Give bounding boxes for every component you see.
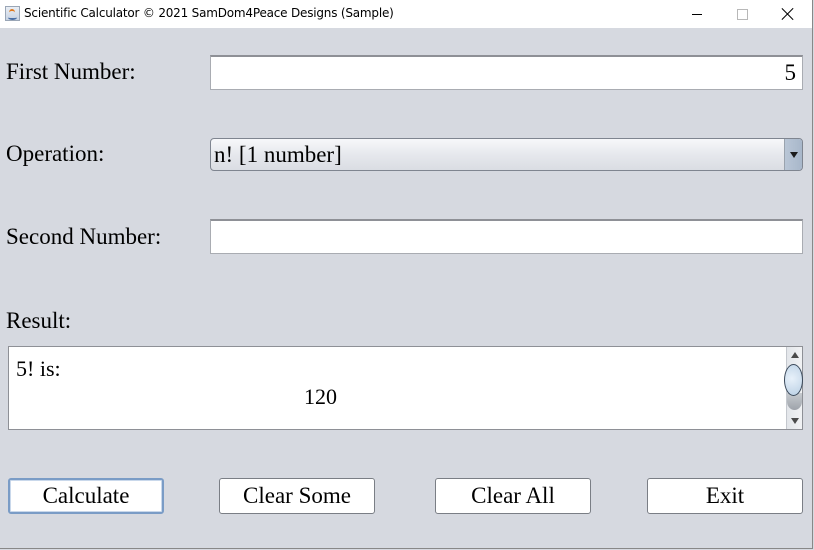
scroll-up-button[interactable]	[787, 350, 802, 360]
minimize-icon	[692, 13, 702, 15]
close-icon	[781, 7, 795, 21]
maximize-button[interactable]	[719, 0, 765, 28]
dropdown-arrow-button[interactable]	[784, 139, 802, 170]
result-line-heading: 5! is:	[16, 356, 61, 381]
clear-all-button[interactable]: Clear All	[435, 478, 591, 514]
window-title: Scientific Calculator © 2021 SamDom4Peac…	[24, 6, 394, 20]
arrow-up-icon	[790, 352, 799, 358]
result-text-area[interactable]: 5! is: 120	[8, 346, 803, 430]
first-number-input[interactable]	[210, 55, 803, 90]
calculator-window: Scientific Calculator © 2021 SamDom4Peac…	[0, 0, 813, 549]
exit-button[interactable]: Exit	[647, 478, 803, 514]
clear-some-button[interactable]: Clear Some	[219, 478, 375, 514]
scroll-down-button[interactable]	[787, 416, 802, 426]
java-icon	[5, 6, 20, 21]
chevron-down-icon	[789, 151, 798, 158]
result-scrollbar[interactable]	[784, 347, 803, 429]
calculate-button[interactable]: Calculate	[8, 478, 164, 514]
scrollbar-thumb[interactable]	[784, 364, 803, 396]
arrow-down-icon	[790, 418, 799, 424]
second-number-input[interactable]	[210, 219, 803, 254]
operation-dropdown[interactable]: n! [1 number]	[210, 138, 803, 171]
title-bar: Scientific Calculator © 2021 SamDom4Peac…	[0, 0, 812, 28]
operation-selected-value: n! [1 number]	[214, 142, 342, 167]
result-label: Result:	[6, 308, 72, 333]
operation-label: Operation:	[6, 141, 105, 166]
minimize-button[interactable]	[674, 0, 720, 28]
maximize-icon	[736, 8, 748, 20]
first-number-label: First Number:	[6, 59, 136, 84]
close-button[interactable]	[765, 0, 811, 28]
second-number-label: Second Number:	[6, 224, 162, 249]
result-line-value: 120	[304, 384, 337, 409]
